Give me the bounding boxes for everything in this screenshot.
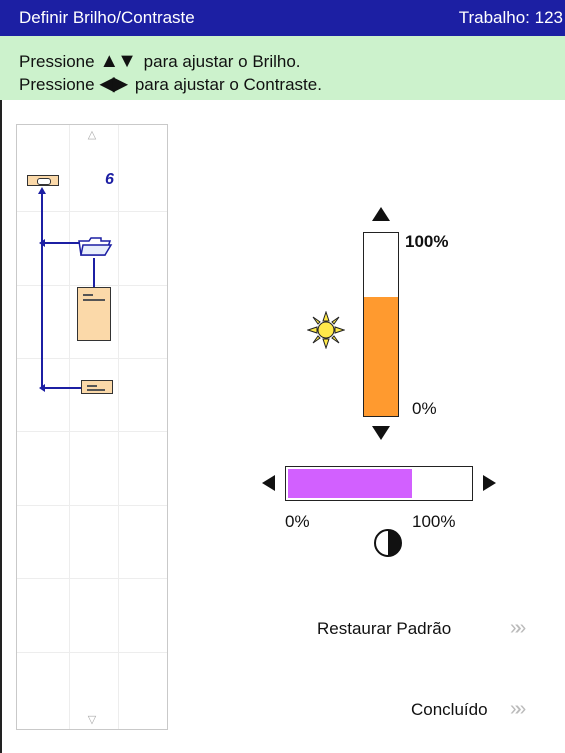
contrast-increase-button[interactable] <box>483 475 496 491</box>
job-number: Trabalho: 123 <box>458 8 563 27</box>
sun-icon <box>307 311 345 349</box>
preview-scroll-up-icon[interactable]: △ <box>17 128 167 141</box>
up-down-arrows-icon: ▲▼ <box>99 50 137 72</box>
output-tray-icon <box>81 380 113 394</box>
arrow-left-icon <box>39 384 45 392</box>
contrast-bar[interactable] <box>285 466 473 501</box>
instruction-line-contrast: Pressione ◀▶ para ajustar o Contraste. <box>19 73 322 95</box>
brightness-bar[interactable] <box>363 232 399 417</box>
instruction-line-brightness: Pressione ▲▼ para ajustar o Brilho. <box>19 50 301 72</box>
document-icon <box>77 287 111 341</box>
brightness-up-button[interactable] <box>372 207 390 221</box>
left-right-arrows-icon: ◀▶ <box>99 73 128 95</box>
contrast-level-fill <box>288 469 413 498</box>
contrast-max-label: 100% <box>412 512 456 531</box>
arrow-up-icon <box>38 187 46 194</box>
restore-default-button[interactable]: Restaurar Padrão <box>317 619 451 639</box>
title-bar: Definir Brilho/Contraste Trabalho: 123 <box>0 0 565 36</box>
folder-icon <box>78 237 113 256</box>
instructions-panel: Pressione ▲▼ para ajustar o Brilho. Pres… <box>0 36 565 100</box>
preview-scroll-down-icon[interactable]: ▽ <box>17 713 167 726</box>
brightness-min-label: 0% <box>412 399 437 418</box>
scanner-icon <box>27 175 59 186</box>
done-chevron-icon[interactable]: »» <box>510 698 526 721</box>
arrow-left-icon <box>39 239 45 247</box>
contrast-decrease-button[interactable] <box>262 475 275 491</box>
page-number: 6 <box>105 171 114 188</box>
restore-chevron-icon[interactable]: »» <box>510 617 526 640</box>
contrast-icon <box>374 529 402 557</box>
contrast-min-label: 0% <box>285 512 310 531</box>
brightness-max-label: 100% <box>405 232 449 251</box>
screen-title: Definir Brilho/Contraste <box>19 8 195 27</box>
workflow-preview[interactable]: △ ▽ 6 <box>16 124 168 730</box>
brightness-down-button[interactable] <box>372 426 390 440</box>
done-button[interactable]: Concluído <box>411 700 488 720</box>
brightness-level-fill <box>364 297 398 416</box>
